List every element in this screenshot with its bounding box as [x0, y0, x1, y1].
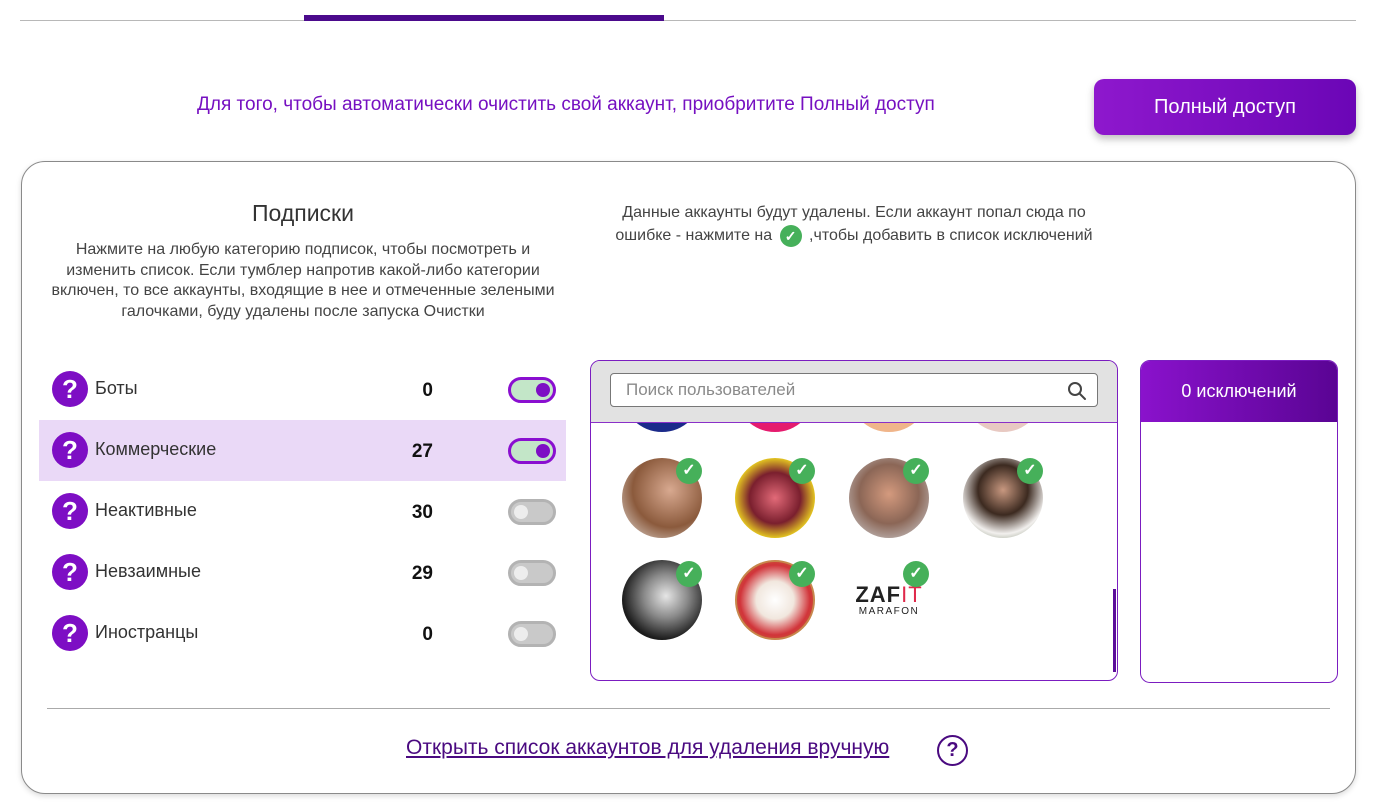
category-toggle[interactable]: [508, 560, 556, 586]
category-row-commercial[interactable]: ? Коммерческие 27: [39, 420, 566, 481]
category-toggle[interactable]: [508, 499, 556, 525]
category-count: 29: [411, 563, 433, 584]
exclusions-panel: 0 исключений: [1140, 360, 1338, 683]
accounts-list-panel: ✓ ✓ ✓ ✓ ✓ ✓ ZAFIT MARAFON ✓: [590, 360, 1118, 681]
accounts-description: Данные аккаунты будут удалены. Если акка…: [606, 202, 1102, 247]
check-icon[interactable]: ✓: [676, 458, 702, 484]
logo-text: ZAF: [855, 581, 902, 607]
check-icon: ✓: [779, 224, 802, 247]
category-toggle[interactable]: [508, 438, 556, 464]
category-count: 0: [422, 380, 433, 401]
category-toggle[interactable]: [508, 377, 556, 403]
scrollbar[interactable]: [1113, 589, 1116, 672]
subscriptions-description: Нажмите на любую категорию подписок, что…: [51, 241, 555, 320]
category-row-nonmutual[interactable]: ? Невзаимные 29: [39, 542, 566, 603]
help-icon[interactable]: ?: [52, 432, 88, 468]
divider: [47, 708, 1330, 709]
category-label: Иностранцы: [95, 622, 199, 642]
search-input[interactable]: [610, 373, 1098, 407]
exclusions-header: 0 исключений: [1141, 361, 1337, 422]
promo-text: Для того, чтобы автоматически очистить с…: [197, 94, 935, 115]
active-tab-indicator: [304, 15, 664, 21]
category-row-inactive[interactable]: ? Неактивные 30: [39, 481, 566, 542]
tab-underline: [20, 20, 1356, 21]
check-icon[interactable]: ✓: [1017, 458, 1043, 484]
check-icon[interactable]: ✓: [903, 458, 929, 484]
category-row-bots[interactable]: ? Боты 0: [39, 359, 566, 420]
category-row-foreigners[interactable]: ? Иностранцы 0: [39, 603, 566, 664]
full-access-button[interactable]: Полный доступ: [1094, 79, 1356, 135]
check-icon[interactable]: ✓: [676, 561, 702, 587]
help-icon[interactable]: ?: [52, 371, 88, 407]
search-bar: [591, 361, 1117, 423]
category-count: 30: [411, 502, 433, 523]
category-label: Коммерческие: [95, 439, 217, 459]
category-label: Невзаимные: [95, 561, 201, 581]
accounts-description-part2: ,чтобы добавить в список исключений: [809, 226, 1093, 244]
help-icon[interactable]: ?: [937, 735, 968, 766]
help-icon[interactable]: ?: [52, 493, 88, 529]
category-toggle[interactable]: [508, 621, 556, 647]
category-count: 27: [411, 441, 433, 462]
check-icon[interactable]: ✓: [903, 561, 929, 587]
subscriptions-title: Подписки: [252, 200, 354, 226]
help-icon[interactable]: ?: [52, 554, 88, 590]
check-icon[interactable]: ✓: [789, 458, 815, 484]
search-icon[interactable]: [1067, 381, 1087, 401]
category-label: Неактивные: [95, 500, 197, 520]
check-icon[interactable]: ✓: [789, 561, 815, 587]
help-icon[interactable]: ?: [52, 615, 88, 651]
category-label: Боты: [95, 378, 138, 398]
category-count: 0: [422, 624, 433, 645]
manual-delete-link[interactable]: Открыть список аккаунтов для удаления вр…: [406, 736, 889, 760]
logo-subtext: MARAFON: [858, 605, 920, 617]
